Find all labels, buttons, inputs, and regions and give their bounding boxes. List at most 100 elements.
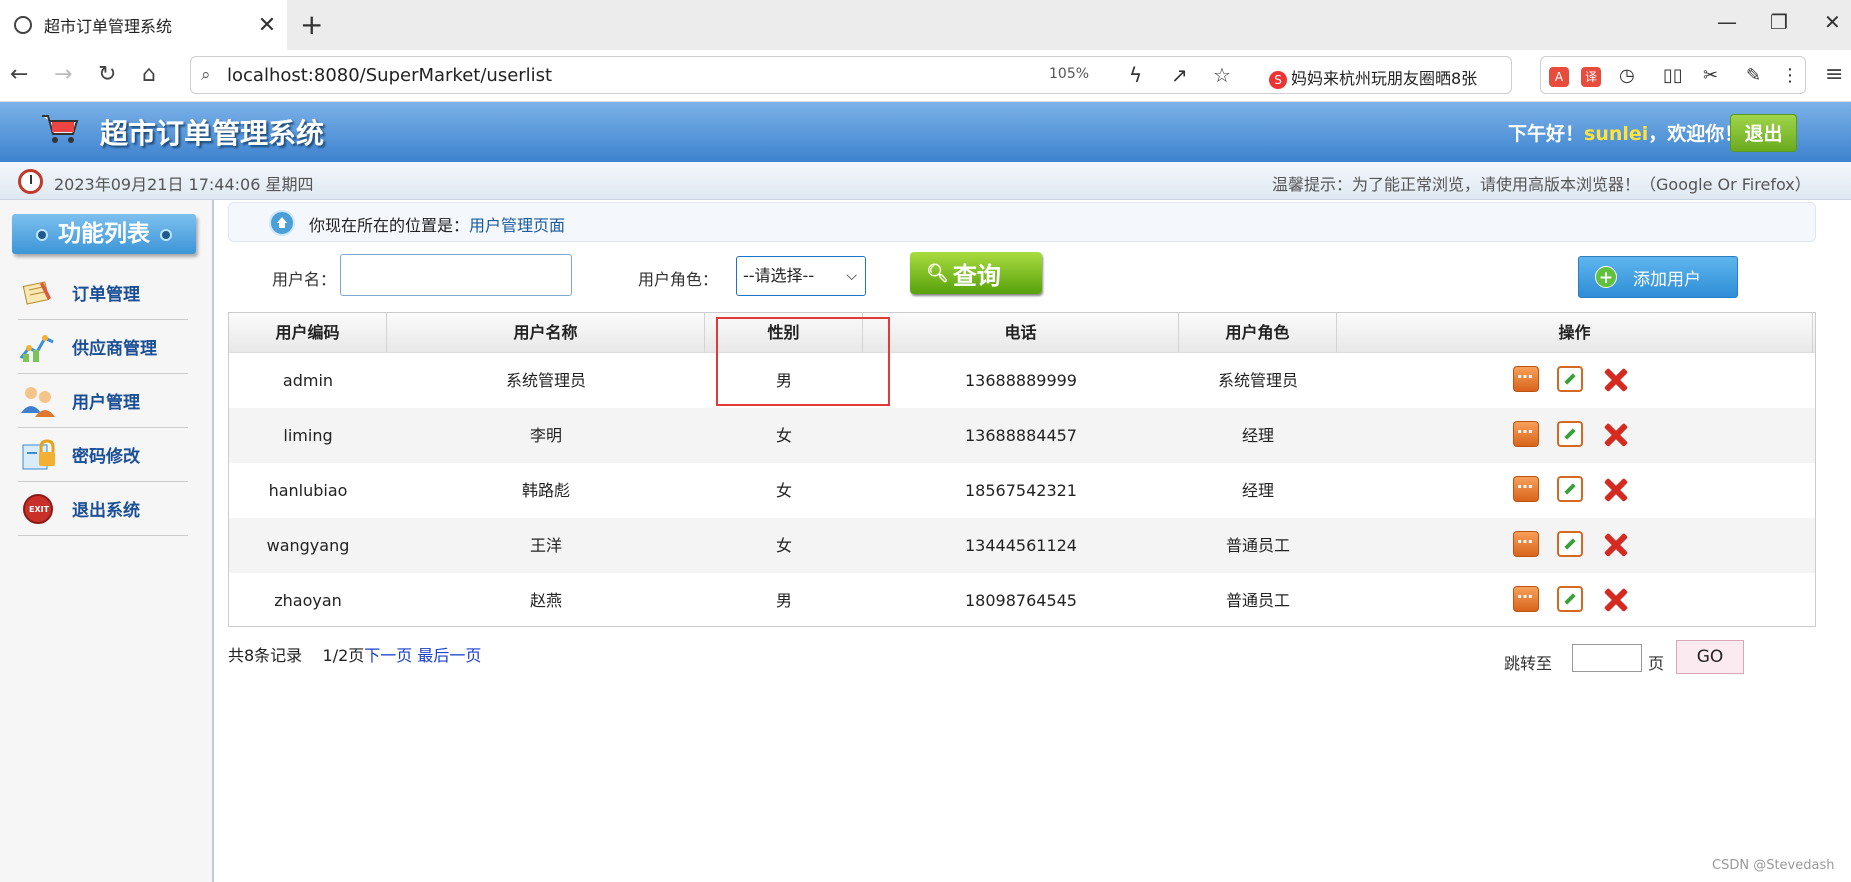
sidebar-item-orders[interactable]: 订单管理 [18, 266, 188, 320]
row-actions [1513, 473, 1629, 504]
sidebar-item-users[interactable]: 用户管理 [18, 374, 188, 428]
globe-icon [14, 16, 32, 34]
cell-username: 赵燕 [529, 591, 562, 610]
cell-usercode: zhaoyan [274, 591, 342, 610]
delete-icon[interactable] [1601, 476, 1629, 504]
home-browser-icon[interactable]: ⌂ [142, 62, 156, 87]
sidebar-item-exit[interactable]: EXIT 退出系统 [18, 482, 188, 536]
query-button[interactable]: 🔍︎ 查询 [910, 252, 1042, 294]
pen-icon[interactable]: ✎ [1746, 65, 1761, 86]
cell-gender: 女 [775, 426, 792, 445]
page-indicator: 1/2页 [322, 646, 365, 665]
minimize-icon[interactable]: — [1717, 10, 1737, 34]
breadcrumb-current[interactable]: 用户管理页面 [469, 216, 565, 235]
username-label: 用户名： [272, 270, 337, 289]
browser-toolbar: ← → ↻ ⌂ ⌕ localhost:8080/SuperMarket/use… [0, 50, 1851, 102]
pdf-extension-icon[interactable]: A [1549, 65, 1569, 87]
watermark: CSDN @Stevedash [1712, 858, 1835, 873]
reload-icon[interactable]: ↻ [98, 62, 116, 87]
cell-role: 普通员工 [1225, 536, 1290, 555]
tab-close-icon[interactable]: ✕ [247, 13, 287, 38]
row-actions [1513, 418, 1629, 449]
back-icon[interactable]: ← [10, 62, 28, 87]
view-icon[interactable] [1513, 528, 1539, 557]
address-bar[interactable]: ⌕ localhost:8080/SuperMarket/userlist 10… [190, 56, 1512, 94]
lightning-icon[interactable]: ϟ [1129, 63, 1142, 87]
edit-icon[interactable] [1557, 421, 1583, 447]
edit-icon[interactable] [1557, 366, 1583, 392]
zoom-level[interactable]: 105% [1049, 66, 1089, 82]
url-text: localhost:8080/SuperMarket/userlist [227, 65, 553, 86]
exit-icon: EXIT [18, 491, 58, 527]
app-header: 超市订单管理系统 下午好！sunlei，欢迎你！ 退出 [0, 102, 1851, 162]
view-icon[interactable] [1513, 473, 1539, 502]
cell-role: 经理 [1241, 426, 1274, 445]
new-tab-icon[interactable]: + [300, 8, 323, 41]
add-user-button[interactable]: + 添加用户 [1578, 256, 1738, 298]
more-icon[interactable]: ⋮ [1781, 65, 1799, 86]
role-select[interactable]: --请选择-- ⌵ [736, 256, 866, 296]
star-icon[interactable]: ☆ [1213, 63, 1231, 87]
sidebar-item-suppliers[interactable]: 供应商管理 [18, 320, 188, 374]
row-actions [1513, 528, 1629, 559]
search-suggestion[interactable]: S 妈妈来杭州玩朋友圈晒8张 [1269, 65, 1505, 89]
history-icon[interactable]: ◷ [1619, 65, 1635, 86]
go-button[interactable]: GO [1676, 640, 1744, 674]
order-icon [18, 275, 58, 311]
next-page-link[interactable]: 下一页 [364, 646, 412, 665]
users-icon [18, 383, 58, 419]
plus-icon: + [1595, 266, 1617, 288]
translate-extension-icon[interactable]: 译 [1581, 65, 1601, 87]
column-header: 操作 [1337, 313, 1813, 353]
scissors-icon[interactable]: ✂ [1703, 65, 1718, 86]
cell-phone: 13444561124 [965, 536, 1077, 555]
search-engine-icon: S [1269, 71, 1287, 89]
sidebar-item-label: 用户管理 [72, 393, 140, 413]
username: sunlei [1584, 123, 1649, 145]
home-icon [269, 210, 295, 236]
app-title: 超市订单管理系统 [100, 117, 325, 150]
cell-phone: 18098764545 [965, 591, 1077, 610]
sidebar-item-label: 密码修改 [72, 447, 140, 467]
browser-tab[interactable]: 超市订单管理系统 ✕ [0, 0, 287, 50]
delete-icon[interactable] [1601, 366, 1629, 394]
delete-icon[interactable] [1601, 421, 1629, 449]
column-header: 用户名称 [387, 313, 705, 353]
share-icon[interactable]: ↗ [1171, 63, 1188, 87]
menu-icon[interactable]: ≡ [1825, 62, 1843, 87]
bullet-icon [160, 228, 172, 241]
edit-icon[interactable] [1557, 476, 1583, 502]
view-icon[interactable] [1513, 363, 1539, 392]
delete-icon[interactable] [1601, 586, 1629, 614]
table-row: admin 系统管理员 男 13688889999 系统管理员 [229, 353, 1815, 408]
cell-gender: 男 [775, 591, 792, 610]
password-icon [18, 437, 58, 473]
sidebar-item-label: 订单管理 [72, 285, 140, 305]
tab-title: 超市订单管理系统 [44, 17, 173, 36]
cell-phone: 13688884457 [965, 426, 1077, 445]
forward-icon[interactable]: → [54, 62, 72, 87]
view-icon[interactable] [1513, 583, 1539, 612]
column-header: 电话 [863, 313, 1179, 353]
edit-icon[interactable] [1557, 586, 1583, 612]
edit-icon[interactable] [1557, 531, 1583, 557]
reader-icon[interactable]: ▯▯ [1663, 65, 1683, 86]
pagination-info: 共8条记录 1/2页下一页 最后一页 [228, 642, 481, 666]
last-page-link[interactable]: 最后一页 [417, 646, 481, 665]
column-header: 用户编码 [229, 313, 387, 353]
sidebar-item-label: 供应商管理 [72, 339, 157, 359]
logout-button[interactable]: 退出 [1730, 114, 1797, 152]
cart-icon [42, 115, 79, 143]
restore-icon[interactable]: ❐ [1770, 10, 1788, 34]
username-input[interactable] [340, 254, 572, 296]
search-form: 用户名： 用户角色： --请选择-- ⌵ 🔍︎ 查询 + 添加用户 [228, 246, 1816, 312]
jump-page-input[interactable] [1572, 644, 1642, 672]
window-close-icon[interactable]: ✕ [1824, 10, 1841, 34]
cell-usercode: admin [282, 371, 334, 390]
breadcrumb-text: 你现在所在的位置是：用户管理页面 [309, 216, 566, 235]
cell-usercode: wangyang [266, 536, 350, 555]
clock-icon [18, 169, 43, 194]
delete-icon[interactable] [1601, 531, 1629, 559]
view-icon[interactable] [1513, 418, 1539, 447]
sidebar-item-password[interactable]: 密码修改 [18, 428, 188, 482]
